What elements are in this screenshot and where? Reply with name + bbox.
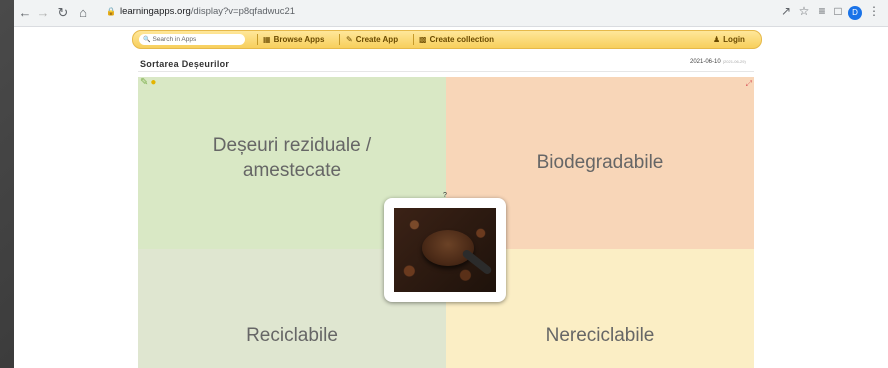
browser-window: ← → ↻ ⌂ 🔒 learningapps.org/display?v=p8qf… xyxy=(14,0,888,368)
create-collection-link[interactable]: ▩ Create collection xyxy=(419,34,494,45)
grid-icon: ▦ xyxy=(263,35,271,44)
lock-icon: 🔒 xyxy=(106,7,116,16)
login-label: Login xyxy=(723,35,745,44)
login-link[interactable]: ♟ Login xyxy=(713,34,745,45)
pencil-icon: ✎ xyxy=(346,35,353,44)
category-label-biodegradable: Biodegradabile xyxy=(536,152,664,173)
forward-icon[interactable]: → xyxy=(34,4,52,22)
app-title: Sortarea Deșeurilor xyxy=(140,59,230,69)
profile-avatar[interactable]: D xyxy=(848,6,862,20)
fullscreen-icon[interactable]: ⤢ xyxy=(746,79,752,89)
coffee-grounds-image xyxy=(394,208,496,292)
reading-list-icon[interactable]: ≡ xyxy=(814,4,830,18)
browser-toolbar: ← → ↻ ⌂ 🔒 learningapps.org/display?v=p8qf… xyxy=(14,0,888,27)
nav-divider xyxy=(413,34,414,45)
lightbulb-icon[interactable]: ● xyxy=(150,77,156,88)
app-date: 2021-06-10 (2021-06-29) xyxy=(690,59,746,65)
nav-divider xyxy=(339,34,340,45)
url-host: learningapps.org xyxy=(120,6,191,17)
share-icon[interactable]: ↗ xyxy=(778,4,794,18)
browse-apps-label: Browse Apps xyxy=(273,35,325,44)
reload-icon[interactable]: ↻ xyxy=(54,4,72,22)
category-label-residual: Deșeuri reziduale / amestecate xyxy=(138,133,446,183)
coffee-grounds-mound xyxy=(422,230,474,266)
spoon-shape xyxy=(461,248,493,276)
title-divider xyxy=(138,71,754,72)
sorting-app-area: Deșeuri reziduale / amestecate Biodegrada… xyxy=(138,77,754,368)
category-label-nonrecyclable: Nereciclabile xyxy=(545,325,655,346)
search-input[interactable]: 🔍 Search in Apps xyxy=(139,34,245,45)
create-app-link[interactable]: ✎ Create App xyxy=(346,34,398,45)
draggable-item-card[interactable]: ? xyxy=(384,192,506,302)
nav-divider xyxy=(257,34,258,45)
menu-kebab-icon[interactable]: ⋮ xyxy=(866,4,882,18)
home-icon[interactable]: ⌂ xyxy=(74,4,92,22)
learningapps-navbar: 🔍 Search in Apps ▦ Browse Apps ✎ Create App… xyxy=(132,30,762,49)
create-collection-label: Create collection xyxy=(429,35,495,44)
app-date-value: 2021-06-10 xyxy=(690,59,721,65)
browse-apps-link[interactable]: ▦ Browse Apps xyxy=(263,34,324,45)
search-icon: 🔍 xyxy=(143,37,151,43)
side-panel-icon[interactable]: □ xyxy=(830,4,846,18)
search-placeholder: Search in Apps xyxy=(152,36,197,43)
category-label-residual-line2: amestecate xyxy=(242,160,342,181)
category-label-recyclable: Reciclabile xyxy=(246,325,338,346)
category-label-residual-line1: Deșeuri reziduale / xyxy=(212,135,372,156)
app-date-secondary: (2021-06-29) xyxy=(722,59,746,64)
user-icon: ♟ xyxy=(713,35,721,44)
collection-icon: ▩ xyxy=(419,35,427,44)
edit-hint-icon[interactable]: ✎ xyxy=(140,77,148,88)
back-icon[interactable]: ← xyxy=(16,4,34,22)
card-question-marker: ? xyxy=(443,192,447,199)
create-app-label: Create App xyxy=(355,35,399,44)
address-bar[interactable]: 🔒 learningapps.org/display?v=p8qfadwuc21 xyxy=(106,6,295,17)
app-help-icons: ✎ ● xyxy=(140,78,156,88)
url-path: /display?v=p8qfadwuc21 xyxy=(190,6,296,17)
bookmark-star-icon[interactable]: ☆ xyxy=(796,4,812,18)
